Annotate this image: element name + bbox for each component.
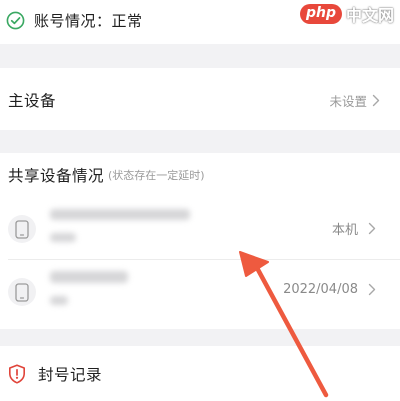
device-avatar	[8, 278, 36, 306]
shared-devices-note: (状态存在一定延时)	[108, 169, 205, 182]
watermark-text: 中文网	[345, 6, 394, 25]
main-device-title: 主设备	[8, 92, 57, 110]
chevron-right-icon	[368, 283, 376, 296]
ban-record-title: 封号记录	[38, 366, 103, 384]
watermark-logo: php 中文网	[299, 2, 394, 26]
watermark-badge: php	[299, 4, 342, 24]
phone-icon	[15, 219, 29, 239]
device-status-text: 本机	[331, 223, 358, 238]
device-subtitle-redacted	[50, 233, 76, 242]
device-item-right: 本机	[332, 219, 376, 238]
chevron-right-icon	[368, 222, 376, 235]
phone-icon	[15, 282, 29, 302]
main-device-value-group[interactable]: 未设置	[329, 91, 380, 110]
shield-alert-icon	[9, 364, 25, 384]
check-circle-icon	[6, 11, 25, 29]
device-name-redacted	[50, 271, 128, 283]
account-status-text: 账号情况：正常	[34, 11, 143, 30]
main-device-value: 未设置	[329, 93, 367, 109]
main-device-row[interactable]: 主设备 未设置	[0, 86, 400, 114]
device-item-other[interactable]: 2022/04/08	[0, 260, 400, 322]
chevron-right-icon	[372, 94, 380, 106]
shared-devices-header: 共享设备情况 (状态存在一定延时)	[0, 163, 400, 187]
main-device-card[interactable]: 主设备 未设置	[0, 68, 400, 130]
shared-devices-card: 共享设备情况 (状态存在一定延时) 本机 2022/04/08	[0, 153, 400, 329]
shared-devices-title: 共享设备情况	[8, 167, 105, 185]
device-subtitle-redacted	[50, 296, 68, 305]
device-date-text: 2022/04/08	[283, 282, 358, 297]
device-avatar	[8, 215, 36, 243]
device-item-current[interactable]: 本机	[0, 197, 400, 259]
device-name-redacted	[50, 209, 190, 220]
ban-record-row[interactable]: 封号记录	[0, 360, 400, 388]
ban-record-card[interactable]: 封号记录	[0, 346, 400, 401]
device-item-right: 2022/04/08	[283, 282, 376, 297]
